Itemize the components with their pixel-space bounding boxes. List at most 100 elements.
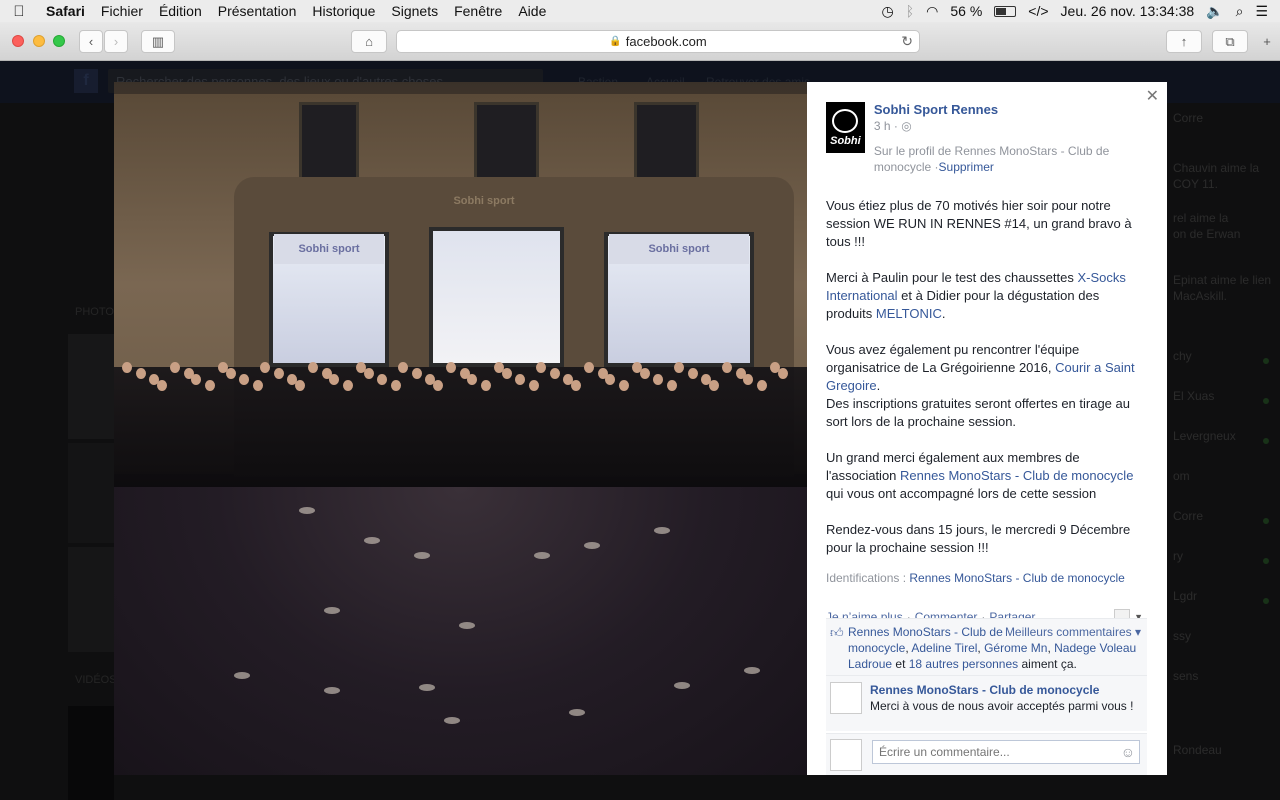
menu-fenetre[interactable]: Fenêtre xyxy=(446,3,510,19)
photo-street-stud xyxy=(584,542,600,549)
post-header: Sobhi Sobhi Sport Rennes 3 h · ◎ Sur le … xyxy=(826,102,1147,175)
photo-crowd-person xyxy=(273,368,284,379)
wifi-icon[interactable]: ◠ xyxy=(926,3,938,20)
photo-street-stud xyxy=(299,507,315,514)
photo-crowd-person xyxy=(687,368,698,379)
like-thumb-icon: 👍︎ xyxy=(830,625,844,640)
page-name-link[interactable]: Sobhi Sport Rennes xyxy=(874,102,1147,117)
close-window-button[interactable] xyxy=(12,35,24,47)
post-paragraph: Rendez-vous dans 15 jours, le mercredi 9… xyxy=(826,522,1131,555)
photo-street-stud xyxy=(234,672,250,679)
comment-input[interactable] xyxy=(872,740,1140,764)
menu-safari[interactable]: Safari xyxy=(38,3,93,19)
post-photo[interactable]: Sobhi sport Sobhi sport Sobhi sport xyxy=(114,82,807,775)
photo-street-stud xyxy=(674,682,690,689)
time-machine-icon[interactable]: ◷ xyxy=(882,3,894,20)
zoom-window-button[interactable] xyxy=(53,35,65,47)
forward-button[interactable]: › xyxy=(104,30,128,53)
photo-crowd-person xyxy=(170,362,180,373)
photo-crowd-person xyxy=(239,374,249,385)
post-time: 3 h · ◎ xyxy=(874,119,1147,133)
menu-historique[interactable]: Historique xyxy=(304,3,383,19)
photo-crowd-person xyxy=(480,380,491,391)
photo-crowd-person xyxy=(191,374,201,385)
volume-icon[interactable]: 🔈 xyxy=(1206,3,1223,20)
tagged-page-link[interactable]: Rennes MonoStars - Club de monocycle xyxy=(909,571,1124,585)
commenter-avatar[interactable] xyxy=(830,682,862,714)
post-paragraph: Un grand merci également aux membres de … xyxy=(826,449,1147,503)
reload-icon[interactable]: ↻ xyxy=(901,33,913,50)
photo-street-stud xyxy=(569,709,585,716)
photo-crowd-person xyxy=(501,368,512,379)
clock-datetime[interactable]: Jeu. 26 nov. 13:34:38 xyxy=(1061,3,1195,19)
photo-crowd xyxy=(114,367,807,487)
comment-author-link[interactable]: Rennes MonoStars - Club de monocycle xyxy=(870,682,1141,698)
photo-viewer: Sobhi sport Sobhi sport Sobhi sport ✕ So… xyxy=(114,82,1167,775)
notification-center-icon[interactable]: ☰ xyxy=(1255,3,1268,20)
meltonic-link[interactable]: MELTONIC xyxy=(876,306,942,321)
tabs-overview-button[interactable]: ⧉ xyxy=(1212,30,1248,53)
photo-crowd-person xyxy=(570,380,581,391)
bluetooth-icon[interactable]: ᛒ xyxy=(906,3,914,19)
photo-crowd-person xyxy=(528,380,539,391)
photo-crowd-person xyxy=(398,362,408,373)
photo-crowd-person xyxy=(377,374,387,385)
menu-fichier[interactable]: Fichier xyxy=(93,3,151,19)
menu-presentation[interactable]: Présentation xyxy=(210,3,305,19)
lock-icon: 🔒 xyxy=(609,36,622,47)
new-comment-box: ☺ xyxy=(826,733,1147,775)
photo-crowd-person xyxy=(639,368,650,379)
text: et xyxy=(895,657,906,671)
post-paragraph: Vous étiez plus de 70 motivés hier soir … xyxy=(826,198,1132,249)
post-time-text[interactable]: 3 h · xyxy=(874,119,898,133)
address-bar[interactable]: 🔒 facebook.com ↻ xyxy=(396,30,920,53)
minimize-window-button[interactable] xyxy=(33,35,45,47)
monostars-link[interactable]: Rennes MonoStars - Club de monocycle xyxy=(900,468,1133,483)
emoji-icon[interactable]: ☺ xyxy=(1121,744,1135,760)
photo-crowd-person xyxy=(294,380,305,391)
safari-toolbar: ‹ › ▥ ⌂ 🔒 facebook.com ↻ ↑ ⧉ + xyxy=(0,22,1280,61)
macos-menubar:  Safari Fichier Édition Présentation Hi… xyxy=(0,0,1280,22)
share-button[interactable]: ↑ xyxy=(1166,30,1202,53)
photo-street-stud xyxy=(364,537,380,544)
battery-icon[interactable] xyxy=(994,5,1017,17)
menu-edition[interactable]: Édition xyxy=(151,3,210,19)
photo-crowd-person xyxy=(329,374,339,385)
text: Des inscriptions gratuites seront offert… xyxy=(826,396,1130,429)
photo-crowd-person xyxy=(722,362,732,373)
back-button[interactable]: ‹ xyxy=(79,30,103,53)
photo-shop-sign: Sobhi sport xyxy=(274,234,384,264)
spotlight-search-icon[interactable]: ⌕ xyxy=(1236,3,1244,20)
menu-signets[interactable]: Signets xyxy=(383,3,446,19)
delete-link[interactable]: Supprimer xyxy=(939,160,994,174)
photo-crowd-person xyxy=(653,374,663,385)
photo-crowd-person xyxy=(743,374,753,385)
photo-crowd-person xyxy=(252,380,263,391)
new-tab-button[interactable]: + xyxy=(1256,30,1278,53)
liker-link[interactable]: Adeline Tirel xyxy=(911,641,977,655)
likes-summary: 👍︎ Meilleurs commentaires ▾ Rennes MonoS… xyxy=(826,618,1147,676)
photo-facade-sign: Sobhi sport xyxy=(453,195,515,207)
text: Vous avez également pu rencontrer l'équi… xyxy=(826,342,1080,375)
code-icon[interactable]: </> xyxy=(1028,3,1048,19)
page-avatar[interactable]: Sobhi xyxy=(826,102,865,153)
sidebar-toggle-button[interactable]: ▥ xyxy=(141,30,175,53)
photo-crowd-person xyxy=(342,380,353,391)
close-icon[interactable]: ✕ xyxy=(1146,86,1159,106)
photo-street-stud xyxy=(654,527,670,534)
photo-crowd-person xyxy=(618,380,629,391)
photo-shop-sign: Sobhi sport xyxy=(609,234,749,264)
menu-aide[interactable]: Aide xyxy=(510,3,554,19)
top-comments-dropdown[interactable]: Meilleurs commentaires ▾ xyxy=(1005,624,1141,640)
home-button[interactable]: ⌂ xyxy=(351,30,387,53)
apple-menu-icon[interactable]:  xyxy=(0,3,38,20)
photo-street-stud xyxy=(419,684,435,691)
photo-crowd-person xyxy=(122,362,132,373)
photo-crowd-person xyxy=(467,374,477,385)
post-text: Vous étiez plus de 70 motivés hier soir … xyxy=(826,197,1147,587)
sobhi-logo-icon xyxy=(832,108,859,133)
liker-link[interactable]: Gérome Mn xyxy=(984,641,1047,655)
globe-icon: ◎ xyxy=(901,119,912,133)
photo-crowd-person xyxy=(156,380,167,391)
other-likers-link[interactable]: 18 autres personnes xyxy=(909,657,1018,671)
